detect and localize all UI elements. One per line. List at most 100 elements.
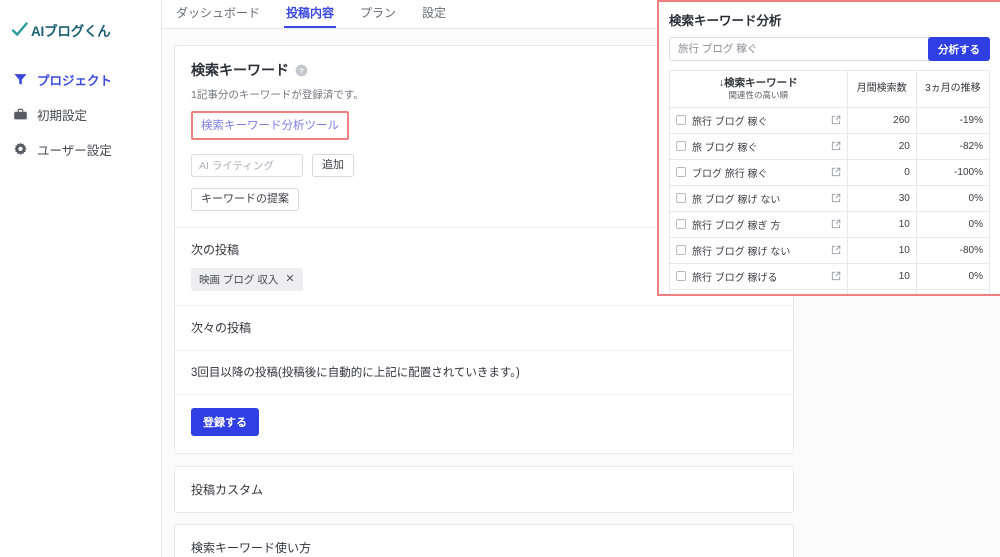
keyword-analysis-panel: 検索キーワード分析 分析する ↓検索キーワード 関連性の高い順 月間検索数 3ヵ… <box>657 0 1000 296</box>
analysis-tool-highlight: 検索キーワード分析ツール <box>191 111 349 140</box>
gear-icon <box>14 142 27 155</box>
column-header-keyword-sub: 関連性の高い順 <box>728 90 789 101</box>
panel-search-row: 分析する <box>669 37 990 61</box>
tab-post-content[interactable]: 投稿内容 <box>284 4 337 28</box>
sidebar-item-initial-settings[interactable]: 初期設定 <box>0 97 161 132</box>
cell-monthly-searches: 30 <box>846 184 917 212</box>
checkbox-icon[interactable] <box>676 271 686 282</box>
column-header-trend[interactable]: 3ヵ月の推移 <box>915 70 991 108</box>
cell-trend: -80% <box>915 236 991 264</box>
checkbox-icon[interactable] <box>676 219 686 230</box>
table-row: 旅行 ブログ 稼ぐ 260 -19% <box>669 106 991 134</box>
keyword-text: 旅 ブログ 稼げ ない <box>692 194 781 206</box>
external-link-icon[interactable] <box>831 245 841 255</box>
panel-title: 検索キーワード分析 <box>669 14 782 28</box>
register-button[interactable]: 登録する <box>191 408 259 436</box>
third-post-note: 3回目以降の投稿(投稿後に自動的に上記に配置されていきます。) <box>191 367 520 379</box>
keyword-text: 旅行 ブログ 稼げる <box>692 272 778 284</box>
tab-plan[interactable]: プラン <box>358 4 398 28</box>
keyword-text: 旅行 ブログ 稼ぐ <box>692 116 768 128</box>
accordion-keyword-usage[interactable]: 検索キーワード使い方 <box>174 524 794 557</box>
checkbox-icon[interactable] <box>676 245 686 256</box>
column-header-keyword-main: ↓検索キーワード <box>718 77 798 89</box>
column-header-monthly-searches[interactable]: 月間検索数 <box>846 70 917 108</box>
tab-dashboard[interactable]: ダッシュボード <box>174 4 262 28</box>
keyword-input[interactable] <box>191 154 303 177</box>
table-row: 旅 ブログ 稼ぐ 20 -82% <box>669 132 991 160</box>
tab-settings[interactable]: 設定 <box>420 4 448 28</box>
keyword-analysis-tool-link[interactable]: 検索キーワード分析ツール <box>201 120 339 132</box>
briefcase-icon <box>14 108 27 120</box>
keyword-suggest-button[interactable]: キーワードの提案 <box>191 188 299 211</box>
keyword-text: ブログ 旅行 稼ぐ <box>692 168 768 180</box>
cell-monthly-searches: 20 <box>846 132 917 160</box>
sidebar-item-project[interactable]: プロジェクト <box>0 62 161 97</box>
sidebar-item-label: 初期設定 <box>37 109 88 123</box>
table-row: 旅行 ブログ 稼げ ない 10 -80% <box>669 236 991 264</box>
cell-monthly-searches: 10 <box>846 210 917 238</box>
next-next-post-heading: 次々の投稿 <box>191 321 252 335</box>
add-keyword-button[interactable]: 追加 <box>312 154 354 177</box>
accordion-post-custom[interactable]: 投稿カスタム <box>174 466 794 513</box>
table-body: 旅行 ブログ 稼ぐ 260 -19% 旅 ブログ 稼ぐ 20 -82% ブログ 旅行 稼ぐ 0… <box>669 106 991 296</box>
app-root: AIブログくん プロジェクト 初期設定 ユーザー設定 ダッシュボード 投稿内容 … <box>0 0 1000 557</box>
table-row: 旅行 ブログ 稼ぎ 方 10 0% <box>669 210 991 238</box>
keyword-tag[interactable]: 映画 ブログ 収入 ✕ <box>191 268 303 291</box>
keyword-text: 旅行 記 ブログ 稼ぐ <box>692 295 825 296</box>
cell-keyword: 旅行 ブログ 稼ぐ <box>669 106 848 134</box>
external-link-icon[interactable] <box>831 219 841 229</box>
keyword-results-table: ↓検索キーワード 関連性の高い順 月間検索数 3ヵ月の推移 旅行 ブログ 稼ぐ 2… <box>669 70 991 296</box>
column-header-keyword[interactable]: ↓検索キーワード 関連性の高い順 <box>669 70 848 108</box>
sidebar: AIブログくん プロジェクト 初期設定 ユーザー設定 <box>0 0 162 557</box>
sidebar-item-label: ユーザー設定 <box>37 144 112 158</box>
cell-keyword: 旅行 記 ブログ 稼ぐ <box>669 288 848 296</box>
checkbox-icon[interactable] <box>676 193 686 204</box>
page-title: 検索キーワード <box>191 62 289 78</box>
sidebar-item-user-settings[interactable]: ユーザー設定 <box>0 132 161 167</box>
cell-keyword: 旅行 ブログ 稼げ ない <box>669 236 848 264</box>
cell-monthly-searches: 260 <box>846 106 917 134</box>
table-head: ↓検索キーワード 関連性の高い順 月間検索数 3ヵ月の推移 <box>669 70 991 108</box>
cell-keyword: 旅行 ブログ 稼げる <box>669 262 848 290</box>
external-link-icon[interactable] <box>831 271 841 281</box>
external-link-icon[interactable] <box>831 167 841 177</box>
cell-trend: -100% <box>915 288 991 294</box>
external-link-icon[interactable] <box>831 141 841 151</box>
cell-trend: 0% <box>915 262 991 290</box>
cell-monthly-searches: 0 <box>846 158 917 186</box>
analyze-button[interactable]: 分析する <box>928 37 990 61</box>
question-circle-icon[interactable]: ? <box>295 64 308 77</box>
cell-trend: -19% <box>915 106 991 134</box>
checkbox-icon[interactable] <box>676 115 686 126</box>
table-row: 旅行 記 ブログ 稼ぐ 0-100% <box>669 288 991 296</box>
panel-inner: 検索キーワード分析 分析する ↓検索キーワード 関連性の高い順 月間検索数 3ヵ… <box>659 2 1000 296</box>
cell-monthly-searches: 0 <box>846 288 917 294</box>
third-post-block: 3回目以降の投稿(投稿後に自動的に上記に配置されていきます。) <box>175 350 793 394</box>
submit-block: 登録する <box>175 394 793 453</box>
close-icon[interactable]: ✕ <box>285 274 294 285</box>
table-row: ブログ 旅行 稼ぐ 0 -100% <box>669 158 991 186</box>
external-link-icon[interactable] <box>831 193 841 203</box>
brand-logo[interactable]: AIブログくん <box>0 12 161 42</box>
table-row: 旅行 ブログ 稼げる 10 0% <box>669 262 991 290</box>
sidebar-item-label: プロジェクト <box>37 74 113 88</box>
cell-keyword: 旅 ブログ 稼ぐ <box>669 132 848 160</box>
brand-label: AIブログくん <box>31 24 111 39</box>
checkbox-icon[interactable] <box>676 167 686 178</box>
keyword-text: 旅 ブログ 稼ぐ <box>692 142 758 154</box>
funnel-icon <box>14 74 27 85</box>
next-next-post-block: 次々の投稿 <box>175 305 793 350</box>
table-header-row: ↓検索キーワード 関連性の高い順 月間検索数 3ヵ月の推移 <box>669 70 991 108</box>
cell-trend: 0% <box>915 210 991 238</box>
cell-keyword: 旅 ブログ 稼げ ない <box>669 184 848 212</box>
keyword-text: 旅行 ブログ 稼ぎ 方 <box>692 220 781 232</box>
table-row: 旅 ブログ 稼げ ない 30 0% <box>669 184 991 212</box>
checkbox-icon[interactable] <box>676 141 686 152</box>
cell-trend: 0% <box>915 184 991 212</box>
cell-monthly-searches: 10 <box>846 236 917 264</box>
cell-keyword: ブログ 旅行 稼ぐ <box>669 158 848 186</box>
svg-text:?: ? <box>299 66 304 75</box>
external-link-icon[interactable] <box>831 115 841 125</box>
cell-monthly-searches: 10 <box>846 262 917 290</box>
cell-trend: -82% <box>915 132 991 160</box>
